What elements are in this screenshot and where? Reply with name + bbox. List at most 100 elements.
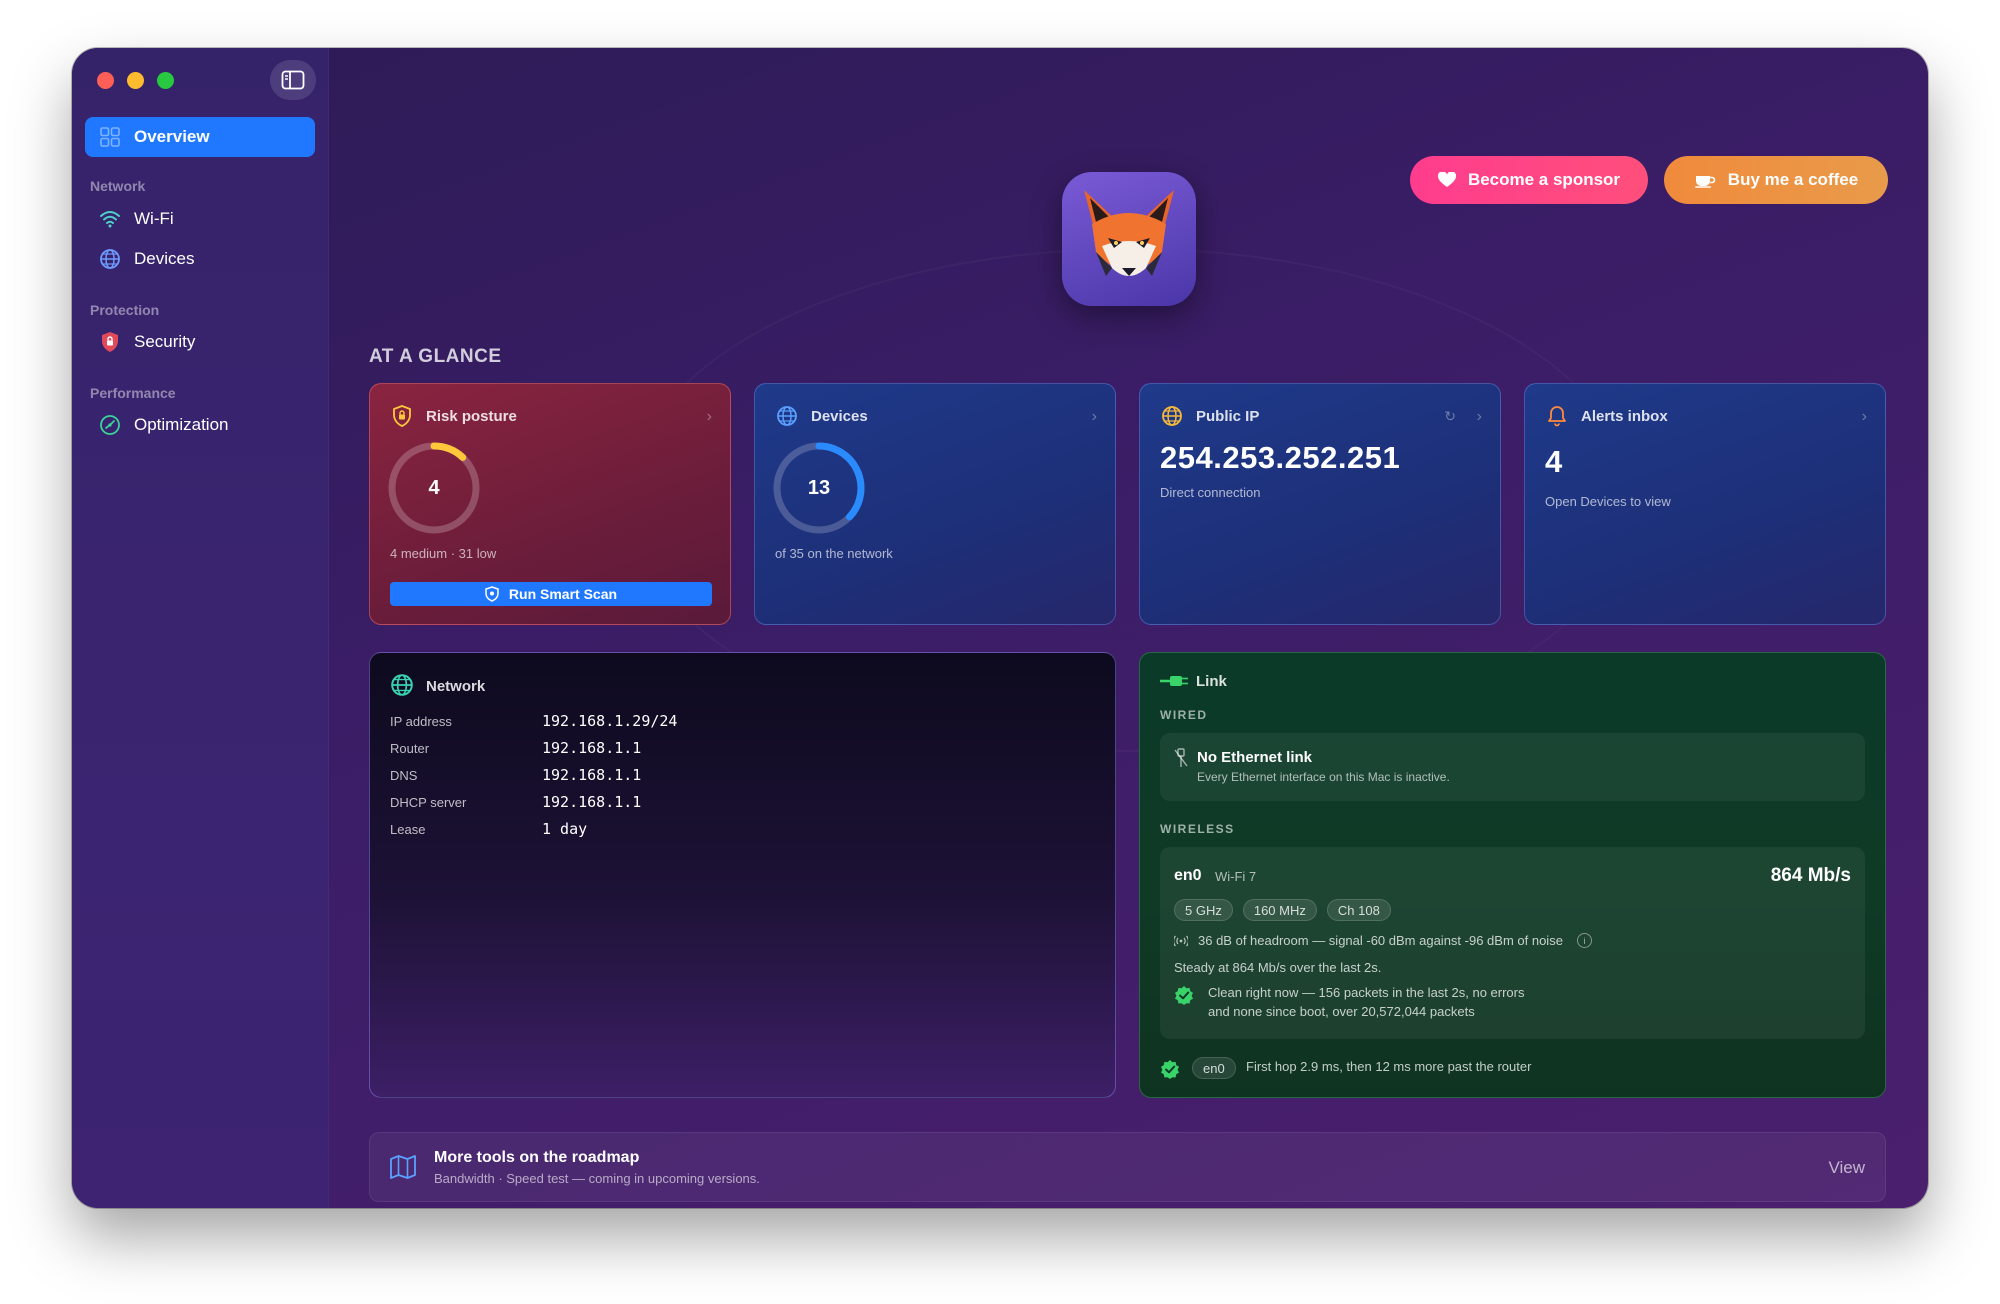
wired-desc: Every Ethernet interface on this Mac is …: [1197, 770, 1450, 784]
wireless-status-box: en0 Wi-Fi 7 864 Mb/s 5 GHz 160 MHz Ch 10…: [1160, 847, 1865, 1039]
at-a-glance-heading: AT A GLANCE: [369, 346, 502, 367]
row-value: 192.168.1.1: [542, 739, 642, 757]
sidebar-toggle-icon: [281, 70, 305, 90]
sidebar-item-label: Devices: [134, 249, 195, 268]
fox-logo: [1062, 172, 1196, 306]
chevron-right-icon: ›: [706, 408, 712, 425]
devices-summary: of 35 on the network: [775, 546, 893, 561]
scan-label: Run Smart Scan: [508, 586, 618, 602]
devices-card[interactable]: Devices › 13 of 35 on the network: [754, 383, 1116, 625]
wired-title: No Ethernet link: [1197, 749, 1313, 766]
main-content: Become a sponsor Buy me a coffee AT A GL…: [328, 48, 1928, 1208]
chevron-right-icon: ›: [1861, 408, 1867, 425]
sidebar-item-security[interactable]: Security: [85, 322, 315, 362]
check-badge-icon: [1160, 1059, 1180, 1084]
devices-count: 13: [807, 476, 831, 499]
row-value: 1 day: [542, 820, 588, 838]
sidebar-item-overview[interactable]: Overview: [85, 117, 315, 157]
run-smart-scan-button[interactable]: Run Smart Scan: [390, 582, 712, 606]
chip-channel: Ch 108: [1326, 899, 1391, 921]
globe-icon: [390, 673, 414, 697]
wired-label: WIRED: [1160, 708, 1208, 722]
row-key: Lease: [390, 821, 426, 837]
zoom-window-button[interactable]: [157, 72, 174, 89]
shield-lock-icon: [98, 330, 122, 354]
grid-icon: [98, 125, 122, 149]
card-title: Public IP: [1196, 408, 1260, 425]
wifi-icon: [98, 207, 122, 231]
wireless-label: WIRELESS: [1160, 822, 1235, 836]
antenna-icon: [1174, 935, 1188, 947]
shield-icon: [485, 586, 499, 602]
risk-count: 4: [428, 476, 440, 499]
minimize-window-button[interactable]: [127, 72, 144, 89]
sidebar-item-wifi[interactable]: Wi-Fi: [85, 199, 315, 239]
clean-line-1: Clean right now — 156 packets in the las…: [1208, 985, 1525, 1000]
hop-text: First hop 2.9 ms, then 12 ms more past t…: [1246, 1059, 1532, 1074]
card-title: Devices: [811, 408, 868, 425]
roadmap-view-link[interactable]: View: [1828, 1158, 1865, 1178]
become-sponsor-button[interactable]: Become a sponsor: [1410, 156, 1648, 204]
risk-posture-card[interactable]: Risk posture › 4 4 medium · 31 low Run S…: [369, 383, 731, 625]
row-value: 192.168.1.1: [542, 766, 642, 784]
shield-lock-icon: [390, 404, 414, 428]
sponsor-label: Become a sponsor: [1467, 170, 1621, 189]
sidebar-toggle-button[interactable]: [270, 60, 316, 100]
card-title: Alerts inbox: [1581, 408, 1668, 425]
network-row-dns: DNS 192.168.1.1: [390, 765, 641, 785]
network-row-lease: Lease 1 day: [390, 819, 587, 839]
ethernet-cable-icon: [1160, 669, 1190, 693]
network-row-router: Router 192.168.1.1: [390, 738, 641, 758]
interface-name: en0: [1174, 867, 1202, 884]
sidebar-item-label: Security: [134, 332, 196, 351]
chip-width: 160 MHz: [1242, 899, 1317, 921]
roadmap-banner[interactable]: More tools on the roadmap Bandwidth · Sp…: [369, 1132, 1886, 1202]
alerts-inbox-card[interactable]: Alerts inbox › 4 Open Devices to view: [1524, 383, 1886, 625]
link-speed: 864 Mb/s: [1770, 865, 1851, 886]
app-window: Overview Network Wi-Fi Devices Protectio…: [72, 48, 1928, 1208]
sidebar: Overview Network Wi-Fi Devices Protectio…: [72, 48, 329, 1208]
heart-icon: [1437, 172, 1456, 188]
risk-summary: 4 medium · 31 low: [390, 546, 497, 561]
roadmap-desc: Bandwidth · Speed test — coming in upcom…: [434, 1171, 760, 1186]
public-ip-card[interactable]: Public IP ↻ › 254.253.252.251 Direct con…: [1139, 383, 1501, 625]
sidebar-item-label: Overview: [134, 127, 210, 146]
alerts-summary: Open Devices to view: [1545, 494, 1671, 509]
gauge-icon: [98, 413, 122, 437]
coffee-cup-icon: [1694, 172, 1716, 188]
section-header-performance: Performance: [90, 385, 176, 401]
sidebar-item-devices[interactable]: Devices: [85, 239, 315, 279]
row-key: Router: [390, 740, 430, 756]
refresh-icon[interactable]: ↻: [1444, 408, 1456, 425]
map-icon: [390, 1155, 416, 1184]
public-ip-summary: Direct connection: [1160, 485, 1261, 500]
alerts-count: 4: [1545, 444, 1563, 479]
wifi-standard: Wi-Fi 7: [1215, 869, 1257, 884]
roadmap-title: More tools on the roadmap: [434, 1149, 640, 1166]
section-header-protection: Protection: [90, 302, 160, 318]
row-key: IP address: [390, 713, 452, 729]
sidebar-item-label: Wi-Fi: [134, 209, 174, 228]
network-panel: Network IP address 192.168.1.29/24 Router…: [369, 652, 1116, 1098]
signal-text: 36 dB of headroom — signal -60 dBm again…: [1198, 933, 1563, 948]
network-row-dhcp: DHCP server 192.168.1.1: [390, 792, 641, 812]
network-row-ip: IP address 192.168.1.29/24: [390, 711, 677, 731]
chevron-right-icon: ›: [1091, 408, 1097, 425]
link-panel: Link WIRED No Ethernet link Every Ethern…: [1139, 652, 1886, 1098]
bell-icon: [1545, 404, 1569, 428]
check-badge-icon: [1174, 985, 1194, 1010]
panel-title: Network: [426, 678, 486, 695]
panel-title: Link: [1196, 673, 1227, 690]
buy-coffee-button[interactable]: Buy me a coffee: [1664, 156, 1888, 204]
band-chips: 5 GHz 160 MHz Ch 108: [1174, 899, 1401, 921]
sidebar-item-optimization[interactable]: Optimization: [85, 405, 315, 445]
hop-interface-chip: en0: [1192, 1057, 1236, 1079]
globe-icon: [775, 404, 799, 428]
signal-line: 36 dB of headroom — signal -60 dBm again…: [1174, 933, 1592, 948]
chevron-right-icon: ›: [1476, 408, 1482, 425]
globe-icon: [1160, 404, 1184, 428]
unplugged-icon: [1174, 747, 1188, 774]
info-icon[interactable]: i: [1576, 933, 1592, 948]
close-window-button[interactable]: [97, 72, 114, 89]
globe-icon: [98, 247, 122, 271]
